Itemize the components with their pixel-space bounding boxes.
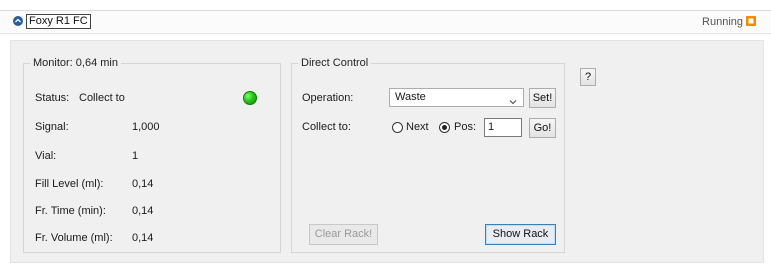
radio-pos-label: Pos: (454, 121, 477, 133)
chevron-down-icon (509, 94, 517, 111)
fr-volume-value: 0,14 (132, 232, 154, 244)
chevron-up-icon[interactable] (13, 16, 23, 26)
vial-label: Vial: (35, 150, 57, 162)
status-value: Collect to (79, 92, 125, 104)
fr-time-label: Fr. Time (min): (35, 205, 106, 217)
signal-value: 1,000 (132, 121, 160, 133)
operation-select-value: Waste (395, 91, 426, 103)
radio-next-label: Next (406, 121, 429, 133)
help-button[interactable]: ? (580, 68, 596, 86)
fr-time-value: 0,14 (132, 205, 154, 217)
radio-next[interactable] (392, 122, 403, 133)
fr-volume-label: Fr. Volume (ml): (35, 232, 113, 244)
collect-to-label: Collect to: (302, 121, 351, 133)
operation-select[interactable]: Waste (389, 88, 524, 107)
monitor-legend: Monitor: 0,64 min (30, 57, 121, 70)
set-button[interactable]: Set! (529, 88, 556, 108)
monitor-group: Monitor: 0,64 min Status: Collect to Sig… (23, 57, 281, 253)
direct-control-legend: Direct Control (298, 57, 372, 70)
control-panel: Monitor: 0,64 min Status: Collect to Sig… (10, 40, 764, 263)
position-input[interactable]: 1 (484, 118, 522, 137)
fill-level-value: 0,14 (132, 178, 154, 190)
instrument-title: Foxy R1 FC (26, 14, 91, 29)
vial-value: 1 (132, 150, 139, 162)
operation-label: Operation: (302, 92, 354, 104)
show-rack-button[interactable]: Show Rack (485, 224, 556, 245)
direct-control-group: Direct Control Operation: Waste Set! Col… (291, 57, 565, 253)
status-text: Running (702, 16, 743, 28)
instrument-header: Foxy R1 FC Running (0, 11, 771, 34)
stop-icon[interactable] (746, 16, 756, 26)
fill-level-label: Fill Level (ml): (35, 178, 104, 190)
signal-label: Signal: (35, 121, 69, 133)
radio-pos[interactable] (439, 122, 450, 133)
clear-rack-button[interactable]: Clear Rack! (309, 224, 378, 245)
status-label: Status: (35, 92, 70, 104)
go-button[interactable]: Go! (529, 118, 556, 138)
status-indicator-icon (243, 91, 257, 105)
